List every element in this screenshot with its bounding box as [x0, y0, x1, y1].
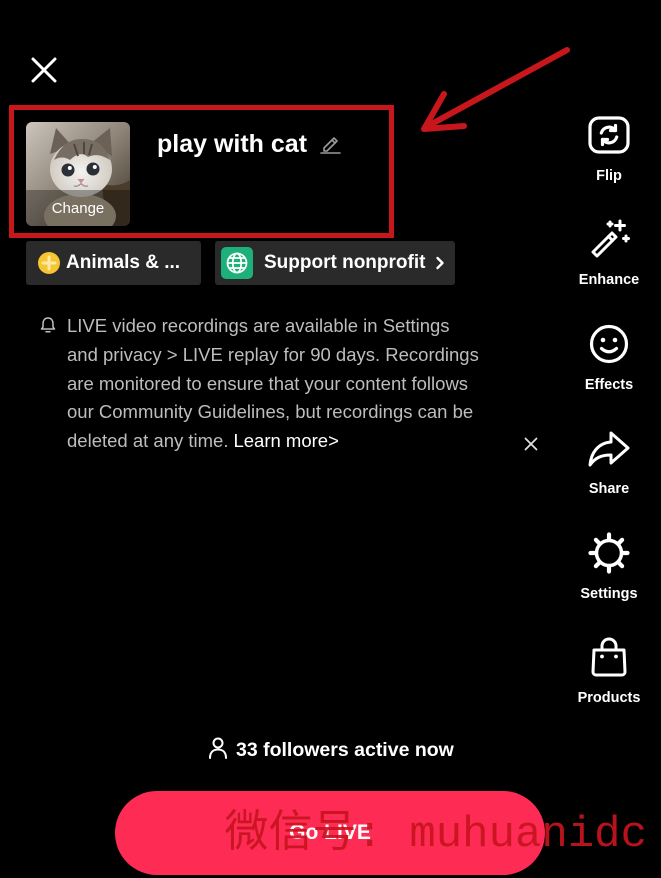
- go-live-label: Go LIVE: [289, 821, 371, 844]
- flip-button[interactable]: Flip: [569, 113, 649, 217]
- flip-label: Flip: [596, 168, 622, 184]
- effects-button[interactable]: Effects: [569, 322, 649, 426]
- go-live-setup-screen: Change play with cat Animals & ... Suppo…: [0, 0, 661, 878]
- share-button[interactable]: Share: [569, 426, 649, 530]
- smiley-icon: [589, 324, 629, 363]
- products-button[interactable]: Products: [569, 635, 649, 739]
- magic-wand-icon: [591, 219, 630, 258]
- cover-image[interactable]: Change: [26, 122, 130, 226]
- settings-label: Settings: [580, 585, 638, 602]
- flip-camera-icon: [588, 116, 630, 154]
- nonprofit-chip[interactable]: Support nonprofit: [215, 241, 455, 285]
- cover-change-overlay[interactable]: Change: [26, 190, 130, 226]
- products-label: Products: [577, 689, 641, 706]
- enhance-button[interactable]: Enhance: [569, 217, 649, 321]
- annotation-arrow: [421, 47, 570, 132]
- shopping-bag-icon: [591, 637, 627, 677]
- person-icon: [207, 737, 229, 759]
- dismiss-notice-icon[interactable]: [524, 437, 538, 451]
- category-chip[interactable]: Animals & ...: [26, 241, 201, 285]
- gear-icon: [588, 531, 630, 574]
- globe-icon: [221, 247, 253, 279]
- share-arrow-icon: [588, 431, 630, 467]
- plus-circle-icon: [38, 252, 60, 274]
- bell-icon: [39, 316, 57, 334]
- notice-last-line: deleted at any time. Learn more>: [67, 427, 479, 456]
- effects-label: Effects: [584, 376, 634, 393]
- right-toolbar: Flip Enhance Effects Share Settings Prod…: [569, 113, 649, 739]
- notice-line: and privacy > LIVE replay for 90 days. R…: [67, 343, 479, 365]
- category-chip-label: Animals & ...: [66, 252, 181, 273]
- close-icon[interactable]: [31, 57, 57, 83]
- notice-line: deleted at any time.: [67, 430, 229, 451]
- settings-button[interactable]: Settings: [569, 531, 649, 635]
- pencil-icon[interactable]: [319, 132, 341, 154]
- notice-line: our Community Guidelines, but recordings…: [67, 401, 474, 423]
- learn-more-link[interactable]: Learn more>: [233, 430, 338, 451]
- notice-line: are monitored to ensure that your conten…: [67, 372, 469, 394]
- followers-active-count: 33 followers active now: [236, 739, 454, 761]
- share-label: Share: [588, 481, 630, 498]
- notice-line: LIVE video recordings are available in S…: [67, 315, 450, 336]
- nonprofit-chip-label: Support nonprofit: [264, 252, 426, 273]
- enhance-label: Enhance: [578, 272, 640, 289]
- go-live-button[interactable]: Go LIVE: [115, 791, 545, 875]
- chevron-right-icon: [436, 256, 444, 270]
- cover-change-label: Change: [51, 199, 105, 217]
- live-title[interactable]: play with cat: [157, 129, 307, 159]
- live-replay-notice: LIVE video recordings are available in S…: [67, 312, 479, 456]
